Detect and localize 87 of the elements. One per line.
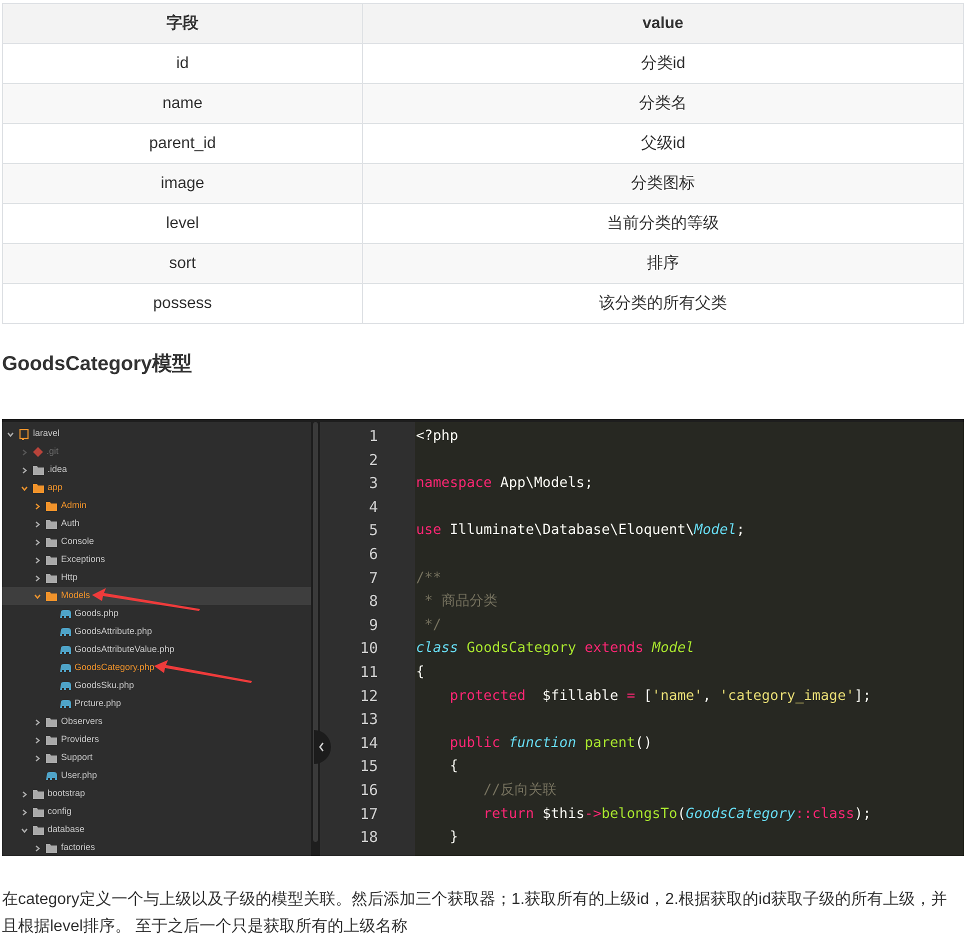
tree-item[interactable]: factories bbox=[2, 839, 311, 856]
code-line: class GoodsCategory extends Model bbox=[416, 639, 696, 658]
code-line: */ bbox=[423, 616, 442, 635]
column-header: value bbox=[362, 4, 964, 44]
tree-item[interactable]: config bbox=[2, 803, 311, 821]
line-number: 11 bbox=[360, 662, 378, 683]
code-line: //反向关联 bbox=[482, 780, 558, 800]
line-number: 18 bbox=[360, 827, 378, 848]
tree-item[interactable]: .idea bbox=[2, 461, 311, 479]
folder-icon bbox=[46, 754, 57, 762]
folder-icon bbox=[46, 502, 57, 510]
line-number: 5 bbox=[368, 520, 378, 542]
tree-item[interactable]: Observers bbox=[2, 713, 311, 731]
tree-item[interactable]: User.php bbox=[2, 767, 311, 785]
tree-item[interactable]: laravel bbox=[2, 425, 311, 443]
tree-item[interactable]: Admin bbox=[2, 497, 311, 515]
folder-icon bbox=[46, 538, 57, 546]
tree-item[interactable]: GoodsAttributeValue.php bbox=[2, 641, 311, 659]
elephant-icon bbox=[60, 628, 70, 636]
tree-item[interactable]: app bbox=[2, 479, 311, 497]
chevron-right-icon bbox=[33, 844, 42, 852]
code-line: } bbox=[448, 828, 460, 848]
code-line: return $this->belongsTo(GoodsCategory::class); bbox=[482, 804, 872, 824]
book-icon bbox=[19, 428, 29, 440]
paragraph: 在category定义一个与上级以及子级的模型关联。然后添加三个获取器；1.获取所有的上级id，2.根据获取的id获取子级的所有上级，并且根据level排序。 至于之后一个只是获取所有的上级名称 bbox=[2, 890, 948, 937]
table-cell: 该分类的所有父类 bbox=[362, 284, 964, 324]
elephant-icon bbox=[60, 646, 70, 654]
code-line: * 商品分类 bbox=[423, 592, 498, 612]
line-number: 8 bbox=[368, 591, 378, 612]
tree-item[interactable]: Http bbox=[2, 569, 311, 587]
tree-item[interactable]: GoodsSku.php bbox=[2, 677, 311, 695]
line-number: 16 bbox=[360, 780, 378, 801]
tree-item[interactable]: Console bbox=[2, 533, 311, 551]
tree-item[interactable]: bootstrap bbox=[2, 785, 311, 803]
folder-icon bbox=[46, 520, 57, 528]
folder-icon bbox=[32, 790, 44, 798]
elephant-icon bbox=[46, 772, 57, 780]
code-line: { bbox=[448, 757, 460, 776]
folder-icon bbox=[46, 736, 57, 744]
folder-icon bbox=[32, 808, 44, 816]
line-number: 7 bbox=[368, 568, 378, 589]
section-heading: GoodsCategory模型 bbox=[2, 352, 194, 377]
tree-item[interactable]: Support bbox=[2, 749, 311, 767]
elephant-icon bbox=[60, 610, 70, 618]
line-number: 12 bbox=[360, 686, 378, 707]
tree-item[interactable]: Providers bbox=[2, 731, 311, 749]
elephant-icon bbox=[60, 682, 70, 690]
diamond-icon bbox=[32, 447, 42, 457]
line-number: 2 bbox=[368, 450, 378, 471]
folder-icon bbox=[32, 484, 44, 492]
folder-icon bbox=[32, 466, 44, 474]
tree-item[interactable]: GoodsCategory.php bbox=[2, 659, 311, 677]
folder-icon bbox=[46, 718, 57, 726]
folder-icon bbox=[46, 556, 57, 564]
folder-icon bbox=[32, 826, 44, 834]
line-number: 10 bbox=[360, 638, 378, 660]
line-number: 3 bbox=[368, 473, 378, 494]
code-line: /** bbox=[416, 568, 442, 588]
line-number: 13 bbox=[360, 709, 378, 730]
folder-icon bbox=[46, 592, 57, 600]
table-cell: possess bbox=[2, 284, 362, 324]
elephant-icon bbox=[60, 664, 70, 672]
code-line: namespace App\Models; bbox=[416, 474, 594, 494]
scrollbar[interactable] bbox=[311, 422, 320, 856]
code-line: { bbox=[416, 662, 426, 682]
line-number: 4 bbox=[368, 496, 378, 518]
code-line: <?php bbox=[416, 427, 460, 446]
tree-item[interactable]: Prcture.php bbox=[2, 695, 311, 713]
tree-item[interactable]: Exceptions bbox=[2, 551, 311, 569]
line-number: 15 bbox=[360, 756, 378, 778]
code-line: public function parent() bbox=[448, 734, 654, 753]
folder-icon bbox=[46, 574, 57, 582]
tree-item[interactable]: GoodsAttribute.php bbox=[2, 623, 311, 641]
line-number: 9 bbox=[368, 614, 378, 636]
tree-item[interactable]: Auth bbox=[2, 515, 311, 533]
line-number: 14 bbox=[360, 732, 378, 754]
code-line: use Illuminate\Database\Eloquent\Model; bbox=[416, 521, 746, 540]
column-header: 字段 bbox=[2, 4, 362, 44]
folder-icon bbox=[46, 844, 57, 852]
tree-item[interactable]: database bbox=[2, 821, 311, 839]
code-line: protected $fillable = ['name', 'category_image']; bbox=[448, 686, 872, 706]
elephant-icon bbox=[60, 700, 70, 708]
tree-item[interactable]: Goods.php bbox=[2, 605, 311, 623]
line-number: 6 bbox=[368, 544, 378, 565]
line-number: 1 bbox=[368, 426, 378, 447]
tree-item[interactable]: Models bbox=[2, 587, 311, 605]
line-number: 17 bbox=[360, 804, 378, 824]
